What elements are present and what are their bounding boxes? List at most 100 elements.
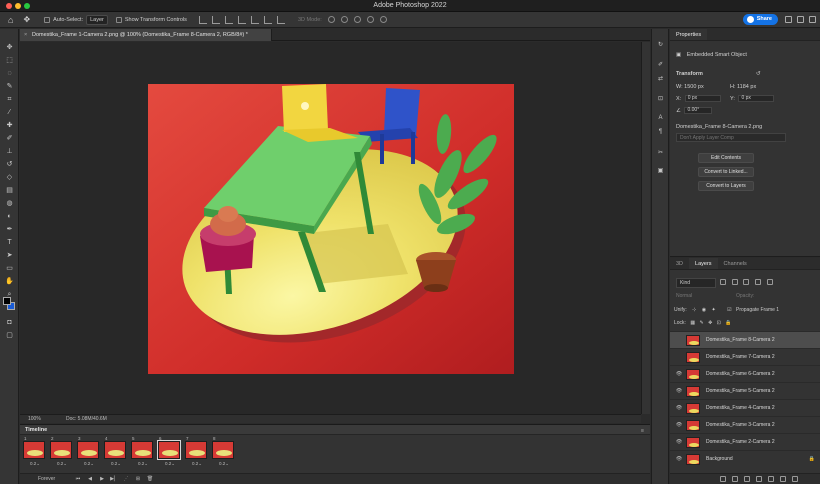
lock-position-icon[interactable]: ✥ — [708, 320, 712, 326]
pen-tool-icon[interactable]: ✒ — [5, 226, 14, 234]
layer-row[interactable]: 👁 Background 🔒 — [670, 450, 820, 467]
slide-3d-icon[interactable] — [366, 16, 374, 23]
timeline-frame[interactable]: 7 0.2⌄ — [185, 436, 209, 467]
close-tab-icon[interactable]: × — [24, 29, 27, 41]
lock-all-icon[interactable]: 🔒 — [725, 320, 731, 326]
align-top-icon[interactable] — [237, 15, 246, 24]
unify-style-icon[interactable]: ✦ — [712, 307, 716, 313]
screen-mode-icon[interactable]: ▢ — [5, 332, 14, 340]
character-panel-icon[interactable]: A — [656, 115, 665, 123]
unify-visibility-icon[interactable]: ◉ — [702, 307, 706, 313]
hand-tool-icon[interactable]: ✋ — [5, 278, 14, 286]
play-icon[interactable]: ▶ — [96, 474, 108, 484]
layer-row[interactable]: Domestika_Frame 7-Camera 2 — [670, 348, 820, 365]
share-button[interactable]: Share — [742, 14, 778, 25]
layer-thumbnail[interactable] — [686, 454, 700, 465]
next-frame-icon[interactable]: ▶▏ — [108, 474, 120, 484]
scale-3d-icon[interactable] — [379, 16, 387, 23]
zoom-level[interactable]: 100% — [28, 415, 41, 424]
timeline-frame[interactable]: 5 0.2⌄ — [131, 436, 155, 467]
visibility-eye-icon[interactable]: 👁 — [675, 434, 683, 451]
lock-pixels-icon[interactable]: ✎ — [699, 320, 703, 326]
home-icon[interactable]: ⌂ — [8, 15, 13, 25]
pan-3d-icon[interactable] — [353, 16, 361, 23]
frame-delay[interactable]: 0.2⌄ — [131, 461, 155, 467]
layer-name[interactable]: Domestika_Frame 2-Camera 2 — [706, 434, 775, 451]
move-tool-icon[interactable]: ✥ — [23, 15, 30, 24]
layer-row[interactable]: Domestika_Frame 8-Camera 2 — [670, 331, 820, 348]
align-middle-icon[interactable] — [250, 15, 259, 24]
new-layer-icon[interactable] — [780, 476, 786, 482]
frame-delay[interactable]: 0.2⌄ — [158, 461, 182, 467]
lock-artboard-icon[interactable]: ⊡ — [717, 320, 721, 326]
loop-options-dropdown[interactable]: Forever — [38, 474, 55, 484]
edit-contents-button[interactable]: Edit Contents — [698, 153, 754, 163]
frame-delay[interactable]: 0.2⌄ — [185, 461, 209, 467]
layer-thumbnail[interactable] — [686, 420, 700, 431]
layer-name[interactable]: Domestika_Frame 4-Camera 2 — [706, 400, 775, 417]
lasso-tool-icon[interactable]: ◌ — [5, 70, 14, 78]
frame-delay[interactable]: 0.2⌄ — [77, 461, 101, 467]
align-left-icon[interactable] — [198, 15, 207, 24]
vertical-scrollbar[interactable] — [641, 42, 650, 414]
layer-name[interactable]: Domestika_Frame 6-Camera 2 — [706, 366, 775, 383]
y-field[interactable]: 0 px — [738, 95, 775, 102]
layer-row[interactable]: 👁 Domestika_Frame 5-Camera 2 — [670, 382, 820, 399]
height-value[interactable]: 1184 px — [737, 84, 756, 90]
width-value[interactable]: 1500 px — [684, 84, 704, 90]
show-transform-checkbox[interactable] — [115, 16, 122, 23]
visibility-eye-icon[interactable]: 👁 — [675, 451, 683, 468]
info-panel-icon[interactable]: ⊡ — [656, 95, 665, 103]
layer-name[interactable]: Domestika_Frame 3-Camera 2 — [706, 417, 775, 434]
link-layers-icon[interactable] — [720, 476, 726, 482]
document-info[interactable]: Doc: 5.08M/40.6M — [66, 415, 107, 424]
layer-name[interactable]: Domestika_Frame 7-Camera 2 — [706, 349, 775, 366]
align-bottom-icon[interactable] — [263, 15, 272, 24]
frame-thumbnail[interactable] — [77, 441, 99, 459]
layer-row[interactable]: 👁 Domestika_Frame 6-Camera 2 — [670, 365, 820, 382]
clone-stamp-tool-icon[interactable]: ⊥ — [5, 148, 14, 156]
frame-delay[interactable]: 0.2⌄ — [23, 461, 47, 467]
foreground-color-swatch[interactable] — [3, 297, 11, 305]
rectangle-tool-icon[interactable]: ▭ — [5, 265, 14, 273]
timeline-frame[interactable]: 6 0.2⌄ — [157, 436, 182, 467]
visibility-eye-icon[interactable]: 👁 — [675, 417, 683, 434]
layer-thumbnail[interactable] — [686, 403, 700, 414]
quick-select-tool-icon[interactable]: ✎ — [5, 83, 14, 91]
canvas-area[interactable] — [20, 42, 641, 414]
visibility-eye-icon[interactable]: 👁 — [675, 400, 683, 417]
auto-select-toggle[interactable]: Auto-Select: — [44, 16, 83, 23]
orbit-3d-icon[interactable] — [327, 16, 335, 23]
timeline-frame[interactable]: 3 0.2⌄ — [77, 436, 101, 467]
layer-comp-dropdown[interactable]: Don't Apply Layer Comp — [676, 133, 786, 142]
frame-thumbnail[interactable] — [131, 441, 153, 459]
adjustments-icon[interactable]: ⇄ — [656, 75, 665, 83]
smart-object-filter-icon[interactable] — [766, 279, 773, 285]
tab-3d[interactable]: 3D — [670, 258, 689, 269]
convert-to-layers-button[interactable]: Convert to Layers — [698, 181, 754, 191]
eyedropper-tool-icon[interactable]: ⁄ — [5, 109, 14, 117]
pixel-filter-icon[interactable] — [720, 279, 726, 285]
visibility-eye-icon[interactable]: 👁 — [675, 366, 683, 383]
x-field[interactable]: 0 px — [684, 95, 721, 102]
frame-delay[interactable]: 0.2⌄ — [212, 461, 236, 467]
frame-thumbnail[interactable] — [185, 441, 207, 459]
filter-kind-dropdown[interactable]: Kind — [676, 278, 716, 288]
type-tool-icon[interactable]: T — [5, 239, 14, 247]
adjustment-layer-icon[interactable] — [756, 476, 762, 482]
document-tab[interactable]: × Domestika_Frame 1-Camera 2.png @ 100% … — [20, 29, 272, 41]
path-selection-tool-icon[interactable]: ➤ — [5, 252, 14, 260]
timeline-frame[interactable]: 2 0.2⌄ — [50, 436, 74, 467]
lock-transparent-icon[interactable]: ▦ — [690, 320, 695, 326]
shape-filter-icon[interactable] — [755, 279, 762, 285]
workspace-icon[interactable] — [797, 16, 804, 23]
frame-thumbnail[interactable] — [104, 441, 126, 459]
layer-thumbnail[interactable] — [686, 386, 700, 397]
layer-name[interactable]: Background — [706, 451, 733, 468]
layer-row[interactable]: 👁 Domestika_Frame 2-Camera 2 — [670, 433, 820, 450]
timeline-frame[interactable]: 4 0.2⌄ — [104, 436, 128, 467]
crop-tool-icon[interactable]: ⌗ — [5, 96, 14, 104]
move-tool-icon[interactable]: ✥ — [5, 44, 14, 52]
tab-layers[interactable]: Layers — [689, 258, 718, 269]
layer-thumbnail[interactable] — [686, 335, 700, 346]
